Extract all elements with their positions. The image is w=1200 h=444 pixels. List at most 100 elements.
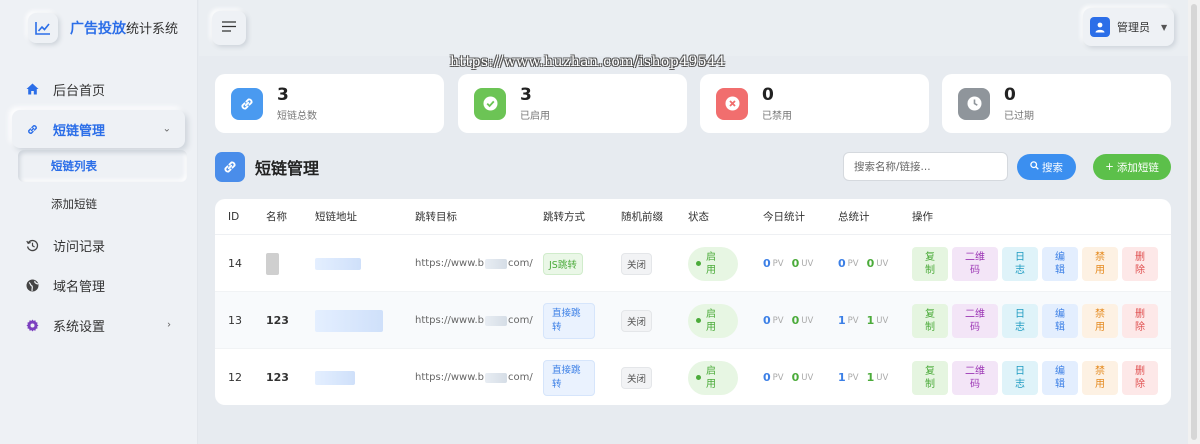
brand[interactable]: 广告投放统计系统 [0, 0, 197, 56]
uv-unit: UV [876, 315, 889, 326]
sidebar-menu: 后台首页 短链管理 ⌄ 短链列表 添加短链 访问记录 域名管理 系统设置 › [0, 70, 197, 344]
today-pv: 0 [763, 371, 771, 384]
cell-status: 启用 [688, 235, 738, 292]
pv-unit: PV [847, 258, 859, 269]
edit-button[interactable]: 编辑 [1042, 246, 1078, 281]
redacted-target [485, 315, 507, 326]
cell-today: 0 PV 0 UV [763, 349, 821, 405]
page-header: 短链管理 [215, 152, 319, 182]
scrollbar-thumb[interactable] [1191, 4, 1197, 440]
sidebar-item-label: 短链管理 [53, 123, 106, 139]
sidebar-item-shortlinks[interactable]: 短链管理 ⌄ [12, 110, 185, 148]
cell-ops: 复制 二维码 日志 编辑 禁用 删除 [912, 292, 1158, 349]
chevron-right-icon: › [167, 319, 171, 331]
uv-unit: UV [801, 258, 814, 269]
sidebar-item-settings[interactable]: 系统设置 › [12, 306, 185, 344]
link-icon [231, 87, 263, 120]
status-dot [696, 375, 701, 380]
redacted-short-url [315, 370, 355, 385]
log-button[interactable]: 日志 [1002, 360, 1038, 395]
table-header: ID 名称 短链地址 跳转目标 跳转方式 随机前缀 状态 今日统计 总统计 操作 [215, 199, 1171, 235]
delete-button[interactable]: 删除 [1122, 246, 1158, 281]
redacted-short-url [315, 257, 361, 270]
qrcode-button[interactable]: 二维码 [952, 303, 998, 338]
sidebar-subitem-add-shortlink[interactable]: 添加短链 [18, 188, 187, 220]
column-header: 状态 [688, 211, 709, 223]
scrollbar[interactable] [1188, 0, 1200, 444]
disable-button[interactable]: 禁用 [1082, 303, 1118, 338]
stat-value: 0 [762, 85, 774, 105]
search-input[interactable] [843, 152, 1008, 181]
redacted-short-url [315, 309, 383, 332]
check-circle-icon [474, 87, 506, 120]
copy-button[interactable]: 复制 [912, 246, 948, 281]
status-text: 启用 [706, 308, 716, 333]
edit-button[interactable]: 编辑 [1042, 360, 1078, 395]
cell-short-url[interactable] [315, 292, 383, 349]
cell-short-url[interactable] [315, 349, 355, 405]
sidebar-item-visit-records[interactable]: 访问记录 [12, 226, 185, 264]
stat-card-expired: 0 已过期 [942, 74, 1171, 133]
status-dot [696, 261, 701, 266]
cell-target[interactable]: https://www.b com/ [415, 292, 533, 349]
stat-card-enabled: 3 已启用 [458, 74, 687, 133]
search-button-label: 搜索 [1042, 161, 1063, 174]
delete-button[interactable]: 删除 [1122, 360, 1158, 395]
caret-down-icon: ▼ [1161, 22, 1168, 32]
cell-today: 0 PV 0 UV [763, 292, 821, 349]
qrcode-button[interactable]: 二维码 [952, 360, 998, 395]
user-menu-button[interactable]: 管理员 ▼ [1083, 8, 1174, 46]
add-button-label: 添加短链 [1116, 161, 1159, 174]
add-shortlink-button[interactable]: + 添加短链 [1093, 154, 1171, 180]
search-button[interactable]: 搜索 [1017, 154, 1076, 180]
log-button[interactable]: 日志 [1002, 303, 1038, 338]
target-url-start: https://www.b [415, 315, 484, 326]
cell-id: 13 [228, 314, 242, 327]
cell-ops: 复制 二维码 日志 编辑 禁用 删除 [912, 349, 1158, 405]
pv-unit: PV [847, 372, 859, 383]
target-url-end: com/ [508, 258, 533, 269]
cell-id: 12 [228, 371, 242, 384]
stat-value: 3 [277, 85, 289, 105]
sidebar-item-domains[interactable]: 域名管理 [12, 266, 185, 304]
prefix-tag: 关闭 [621, 309, 653, 332]
cell-target[interactable]: https://www.b com/ [415, 349, 533, 405]
disable-button[interactable]: 禁用 [1082, 360, 1118, 395]
sidebar-item-label: 访问记录 [53, 239, 106, 255]
status-text: 启用 [706, 365, 716, 390]
today-pv: 0 [763, 257, 771, 270]
stat-card-disabled: 0 已禁用 [700, 74, 929, 133]
x-circle-icon [716, 87, 748, 120]
column-header: ID [228, 211, 240, 223]
cell-prefix: 关闭 [621, 292, 653, 349]
cell-prefix: 关闭 [621, 235, 653, 292]
cell-total: 1 PV 1 UV [838, 349, 896, 405]
qrcode-button[interactable]: 二维码 [952, 246, 998, 281]
total-pv: 0 [838, 257, 846, 270]
cell-short-url[interactable] [315, 235, 361, 292]
uv-unit: UV [876, 372, 889, 383]
prefix-tag: 关闭 [621, 366, 653, 389]
target-url-start: https://www.b [415, 372, 484, 383]
total-uv: 1 [866, 371, 875, 384]
sidebar-item-home[interactable]: 后台首页 [12, 70, 185, 108]
cell-name: 123 [266, 371, 289, 384]
cell-status: 启用 [688, 349, 738, 405]
menu-toggle-button[interactable] [212, 11, 246, 45]
edit-button[interactable]: 编辑 [1042, 303, 1078, 338]
sidebar-subitem-shortlink-list[interactable]: 短链列表 [18, 150, 187, 182]
total-uv: 0 [866, 257, 875, 270]
page-title: 短链管理 [255, 159, 320, 178]
copy-button[interactable]: 复制 [912, 360, 948, 395]
disable-button[interactable]: 禁用 [1082, 246, 1118, 281]
redacted-target [485, 372, 507, 383]
copy-button[interactable]: 复制 [912, 303, 948, 338]
search-icon [1030, 161, 1039, 173]
log-button[interactable]: 日志 [1002, 246, 1038, 281]
uv-unit: UV [801, 315, 814, 326]
status-badge: 启用 [688, 246, 738, 281]
cell-target[interactable]: https://www.b com/ [415, 235, 533, 292]
link-icon [215, 152, 245, 182]
delete-button[interactable]: 删除 [1122, 303, 1158, 338]
history-icon [24, 237, 40, 253]
